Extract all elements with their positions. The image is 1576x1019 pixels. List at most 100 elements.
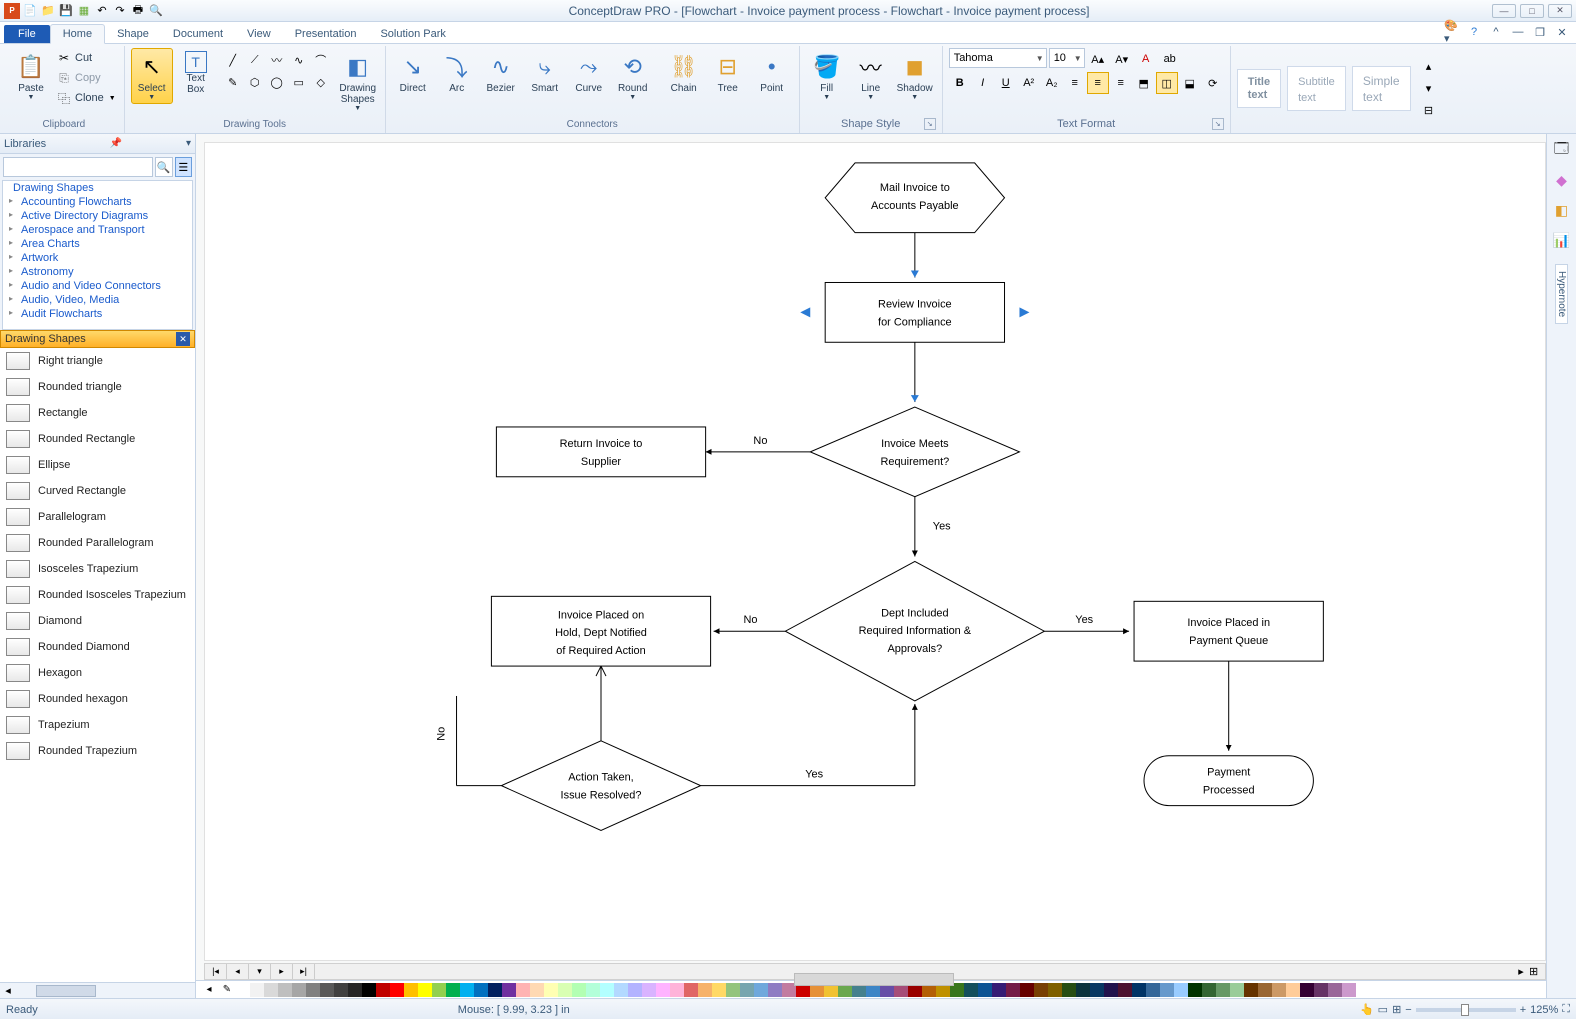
style-simple[interactable]: Simple text <box>1352 66 1411 111</box>
shape-item[interactable]: Parallelogram <box>0 504 195 530</box>
sheet-prev-icon[interactable]: ◂ <box>227 964 249 979</box>
styles-down-icon[interactable]: ▾ <box>1419 79 1439 99</box>
font-size-select[interactable]: 10▼ <box>1049 48 1085 68</box>
tree-item[interactable]: Audio and Video Connectors <box>3 279 192 293</box>
shapestyle-dialog-icon[interactable]: ↘ <box>924 118 936 130</box>
shape-item[interactable]: Curved Rectangle <box>0 478 195 504</box>
palette-swatch[interactable] <box>320 983 334 997</box>
close-button[interactable]: ✕ <box>1548 4 1572 18</box>
tree-item[interactable]: Accounting Flowcharts <box>3 195 192 209</box>
tree-connector-button[interactable]: ⊟Tree <box>707 48 749 97</box>
drawingshapes-button[interactable]: ◧ Drawing Shapes▼ <box>337 48 379 115</box>
view-icon-1[interactable]: 👆 <box>1360 1003 1374 1016</box>
palette-swatch[interactable] <box>572 983 586 997</box>
palette-swatch[interactable] <box>712 983 726 997</box>
minimize-button[interactable]: — <box>1492 4 1516 18</box>
tree-item[interactable]: Area Charts <box>3 237 192 251</box>
tab-view[interactable]: View <box>235 25 283 43</box>
qat-new-icon[interactable]: 📄 <box>22 3 38 19</box>
palette-swatch[interactable] <box>1062 983 1076 997</box>
paste-button[interactable]: 📋 Paste ▼ <box>10 48 52 104</box>
underline-button[interactable]: U <box>995 72 1017 94</box>
highlight-icon[interactable]: ab <box>1159 48 1181 70</box>
arc-tool-icon[interactable]: ⌒ <box>311 50 331 70</box>
palette-swatch[interactable] <box>628 983 642 997</box>
palette-swatch[interactable] <box>1174 983 1188 997</box>
palette-swatch[interactable] <box>1342 983 1356 997</box>
palette-swatch[interactable] <box>530 983 544 997</box>
align-right-button[interactable]: ≡ <box>1110 72 1132 94</box>
qat-save-icon[interactable]: 💾 <box>58 3 74 19</box>
palette-swatch[interactable] <box>348 983 362 997</box>
palette-picker-icon[interactable]: ✎ <box>218 983 236 997</box>
palette-swatch[interactable] <box>1328 983 1342 997</box>
shape-item[interactable]: Rounded Rectangle <box>0 426 195 452</box>
cut-button[interactable]: ✂Cut <box>54 48 118 68</box>
ray-tool-icon[interactable]: ⟋ <box>245 50 265 70</box>
palette-swatch[interactable] <box>1202 983 1216 997</box>
collapse-ribbon-icon[interactable]: ^ <box>1488 24 1504 40</box>
sheet-next-icon[interactable]: ▸ <box>271 964 293 979</box>
file-tab[interactable]: File <box>4 25 50 43</box>
palette-swatch[interactable] <box>1048 983 1062 997</box>
tree-item[interactable]: Aerospace and Transport <box>3 223 192 237</box>
shape-item[interactable]: Rounded triangle <box>0 374 195 400</box>
search-button[interactable]: 🔍 <box>155 157 173 177</box>
freehand-tool-icon[interactable]: ✎ <box>223 72 243 92</box>
palette-swatch[interactable] <box>1132 983 1146 997</box>
palette-dropdown-icon[interactable]: 🎨▾ <box>1444 24 1460 40</box>
palette-swatch[interactable] <box>1286 983 1300 997</box>
styles-more-icon[interactable]: ⊟ <box>1419 101 1439 121</box>
palette-swatch[interactable] <box>642 983 656 997</box>
palette-swatch[interactable] <box>558 983 572 997</box>
valign-middle-button[interactable]: ◫ <box>1156 72 1178 94</box>
palette-swatch[interactable] <box>684 983 698 997</box>
palette-swatch[interactable] <box>1076 983 1090 997</box>
palette-swatch[interactable] <box>292 983 306 997</box>
palette-swatch[interactable] <box>474 983 488 997</box>
palette-swatch[interactable] <box>1272 983 1286 997</box>
palette-swatch[interactable] <box>264 983 278 997</box>
qat-open-icon[interactable]: 📁 <box>40 3 56 19</box>
rs-icon-1[interactable]: 🗔 <box>1552 140 1572 160</box>
shape-item[interactable]: Trapezium <box>0 712 195 738</box>
shape-item[interactable]: Rounded Isosceles Trapezium <box>0 582 195 608</box>
curve-tool-icon[interactable]: ∿ <box>289 50 309 70</box>
palette-swatch[interactable] <box>964 983 978 997</box>
palette-swatch[interactable] <box>236 983 250 997</box>
tab-presentation[interactable]: Presentation <box>283 25 369 43</box>
qat-redo-icon[interactable]: ↷ <box>112 3 128 19</box>
view-icon-3[interactable]: ⊞ <box>1392 1003 1401 1016</box>
palette-swatch[interactable] <box>586 983 600 997</box>
palette-swatch[interactable] <box>1118 983 1132 997</box>
zoom-out-button[interactable]: − <box>1405 1004 1411 1016</box>
palette-swatch[interactable] <box>418 983 432 997</box>
zoom-slider[interactable] <box>1416 1008 1516 1012</box>
palette-swatch[interactable] <box>1188 983 1202 997</box>
direct-connector-button[interactable]: ↘Direct <box>392 48 434 97</box>
palette-swatch[interactable] <box>1314 983 1328 997</box>
palette-swatch[interactable] <box>1244 983 1258 997</box>
help-icon[interactable]: ? <box>1466 24 1482 40</box>
chain-connector-button[interactable]: ⛓Chain <box>663 48 705 97</box>
palette-swatch[interactable] <box>1146 983 1160 997</box>
tab-home[interactable]: Home <box>50 24 105 44</box>
canvas-hscroll[interactable]: |◂ ◂ ▾ ▸ ▸| ▸ ⊞ <box>204 963 1546 980</box>
select-tool-button[interactable]: ↖ Select▼ <box>131 48 173 104</box>
palette-swatch[interactable] <box>1216 983 1230 997</box>
line-tool-icon[interactable]: ╱ <box>223 50 243 70</box>
shape-item[interactable]: Rounded hexagon <box>0 686 195 712</box>
palette-prev-icon[interactable]: ◂ <box>200 983 218 997</box>
canvas[interactable]: Mail Invoice to Accounts Payable Review … <box>204 142 1546 961</box>
palette-swatch[interactable] <box>1006 983 1020 997</box>
shape-item[interactable]: Rounded Trapezium <box>0 738 195 764</box>
palette-swatch[interactable] <box>1104 983 1118 997</box>
palette-swatch[interactable] <box>544 983 558 997</box>
palette-swatch[interactable] <box>306 983 320 997</box>
sheet-last-icon[interactable]: ▸| <box>293 964 315 979</box>
valign-bottom-button[interactable]: ⬓ <box>1179 72 1201 94</box>
palette-swatch[interactable] <box>726 983 740 997</box>
shadow-button[interactable]: ◼Shadow▼ <box>894 48 936 104</box>
bezier-connector-button[interactable]: ∿Bezier <box>480 48 522 97</box>
bold-button[interactable]: B <box>949 72 971 94</box>
